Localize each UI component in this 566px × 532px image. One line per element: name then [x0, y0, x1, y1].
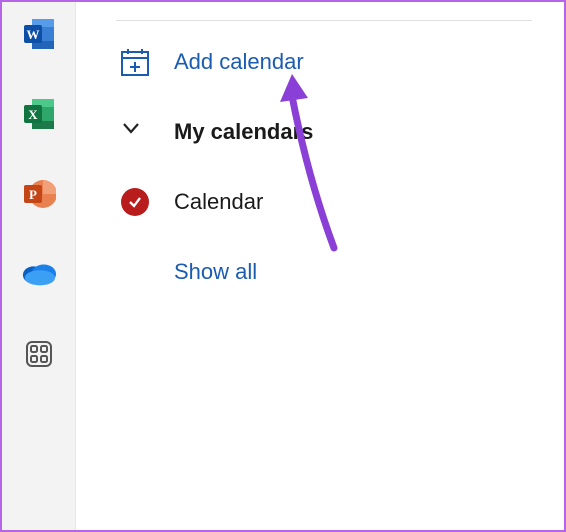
apps-icon	[25, 340, 53, 368]
add-calendar-label: Add calendar	[174, 49, 304, 75]
chevron-down-icon	[120, 117, 150, 147]
add-calendar-button[interactable]: Add calendar	[120, 47, 528, 77]
excel-app-icon[interactable]: X	[21, 96, 57, 132]
svg-text:P: P	[29, 187, 37, 202]
powerpoint-icon: P	[22, 177, 56, 211]
show-all-button[interactable]: Show all	[120, 257, 528, 287]
all-apps-icon[interactable]	[21, 336, 57, 372]
calendar-item-label: Calendar	[174, 189, 263, 215]
calendar-sidebar-panel: Add calendar My calendars Calendar Show …	[76, 2, 564, 530]
svg-text:W: W	[26, 27, 39, 42]
spacer	[120, 257, 150, 287]
powerpoint-app-icon[interactable]: P	[21, 176, 57, 212]
my-calendars-section-header[interactable]: My calendars	[120, 117, 528, 147]
word-app-icon[interactable]: W	[21, 16, 57, 52]
excel-icon: X	[22, 97, 56, 131]
svg-text:X: X	[28, 107, 38, 122]
check-icon	[127, 194, 143, 210]
onedrive-icon	[21, 261, 57, 287]
my-calendars-label: My calendars	[174, 119, 313, 145]
app-rail: W X P	[2, 2, 76, 530]
onedrive-app-icon[interactable]	[21, 256, 57, 292]
word-icon: W	[22, 17, 56, 51]
calendar-checkbox[interactable]	[120, 187, 150, 217]
calendar-item[interactable]: Calendar	[120, 187, 528, 217]
divider	[116, 20, 532, 21]
add-calendar-icon	[120, 47, 150, 77]
show-all-label: Show all	[174, 259, 257, 285]
